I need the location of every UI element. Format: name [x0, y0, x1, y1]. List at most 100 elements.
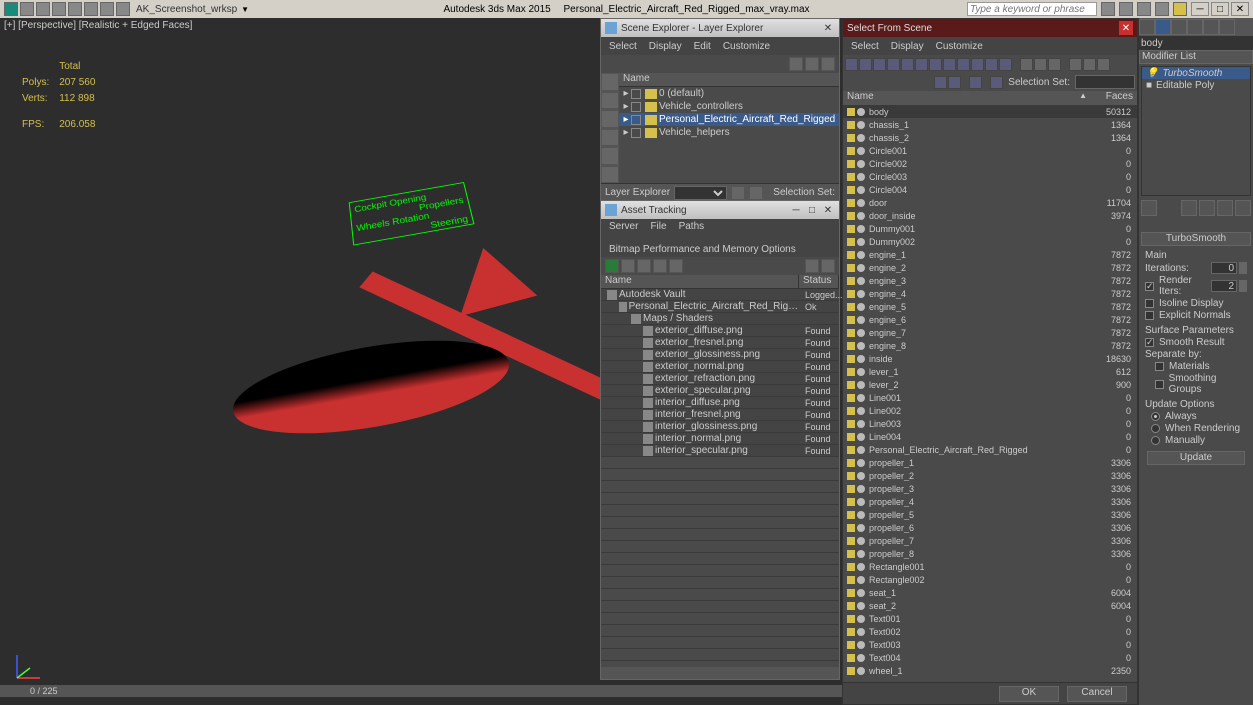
when-rendering-radio[interactable]: [1151, 424, 1160, 433]
menu-edit[interactable]: Edit: [694, 41, 711, 52]
sfs-row[interactable]: chassis_11364: [843, 118, 1137, 131]
minimize-icon[interactable]: ─: [789, 203, 803, 217]
filter-shapes-icon[interactable]: [873, 58, 886, 71]
sfs-row[interactable]: engine_87872: [843, 339, 1137, 352]
sfs-row[interactable]: Line0010: [843, 391, 1137, 404]
create-tab[interactable]: [1139, 19, 1155, 35]
isoline-checkbox[interactable]: [1145, 299, 1154, 308]
close-icon[interactable]: ✕: [821, 21, 835, 35]
tb-refresh-icon[interactable]: [605, 259, 619, 273]
unlink-icon[interactable]: [116, 2, 130, 16]
sfs-row[interactable]: Text0010: [843, 612, 1137, 625]
tb-icon3[interactable]: [821, 57, 835, 71]
render-iters-input[interactable]: 2: [1211, 280, 1237, 292]
sfs-row[interactable]: inside18630: [843, 352, 1137, 365]
minimize-button[interactable]: ─: [1191, 2, 1209, 16]
make-unique-icon[interactable]: [1199, 200, 1215, 216]
asset-row[interactable]: interior_glossiness.pngFound: [601, 421, 839, 433]
utilities-tab[interactable]: [1219, 19, 1235, 35]
tb-icon[interactable]: [821, 259, 835, 273]
sfs-row[interactable]: propeller_53306: [843, 508, 1137, 521]
asset-row[interactable]: interior_specular.pngFound: [601, 445, 839, 457]
manually-radio[interactable]: [1151, 436, 1160, 445]
sfs-row[interactable]: Circle0030: [843, 170, 1137, 183]
display2-icon[interactable]: [1034, 58, 1047, 71]
display-tab[interactable]: [1203, 19, 1219, 35]
col-name[interactable]: Name: [601, 275, 799, 288]
sfs-row[interactable]: propeller_83306: [843, 547, 1137, 560]
close-button[interactable]: ✕: [1231, 2, 1249, 16]
tree-row[interactable]: ▸Vehicle_helpers: [619, 126, 839, 139]
sfs-row[interactable]: Line0030: [843, 417, 1137, 430]
link-icon[interactable]: [100, 2, 114, 16]
asset-row[interactable]: interior_fresnel.pngFound: [601, 409, 839, 421]
tb-icon[interactable]: [749, 186, 763, 200]
sfs-list[interactable]: Name ▲ Faces body50312chassis_11364chass…: [843, 91, 1137, 682]
stack-editable-poly[interactable]: ■Editable Poly: [1142, 79, 1250, 91]
open-icon[interactable]: [36, 2, 50, 16]
tb-icon2[interactable]: [948, 76, 961, 89]
sfs-row[interactable]: propeller_33306: [843, 482, 1137, 495]
col-name[interactable]: Name: [843, 91, 1079, 105]
render-iters-spinner[interactable]: [1239, 280, 1247, 292]
search-icon[interactable]: [1101, 2, 1115, 16]
iterations-spinner[interactable]: [1239, 262, 1247, 274]
chevron-down-icon[interactable]: ▼: [241, 5, 249, 14]
asset-row[interactable]: exterior_glossiness.pngFound: [601, 349, 839, 361]
tb-icon[interactable]: [621, 259, 635, 273]
sfs-row[interactable]: engine_77872: [843, 326, 1137, 339]
sfs-row[interactable]: propeller_63306: [843, 521, 1137, 534]
workspace-label[interactable]: AK_Screenshot_wrksp: [136, 4, 237, 15]
filter-geometry-icon[interactable]: [859, 58, 872, 71]
menu-bitmap[interactable]: Bitmap Performance and Memory Options: [609, 244, 796, 255]
search-input[interactable]: [967, 2, 1097, 16]
sfs-row[interactable]: Dummy0010: [843, 222, 1137, 235]
invert-icon[interactable]: [1069, 58, 1082, 71]
sfs-row[interactable]: Line0040: [843, 430, 1137, 443]
sfs-titlebar[interactable]: Select From Scene ✕: [843, 19, 1137, 37]
remove-mod-icon[interactable]: [1217, 200, 1233, 216]
smoothing-groups-checkbox[interactable]: [1155, 380, 1164, 389]
undo-icon[interactable]: [68, 2, 82, 16]
asset-row[interactable]: interior_normal.pngFound: [601, 433, 839, 445]
always-radio[interactable]: [1151, 412, 1160, 421]
sfs-row[interactable]: Personal_Electric_Aircraft_Red_Rigged0: [843, 443, 1137, 456]
sfs-row[interactable]: engine_67872: [843, 313, 1137, 326]
asset-row[interactable]: exterior_specular.pngFound: [601, 385, 839, 397]
menu-server[interactable]: Server: [609, 221, 638, 232]
sfs-row[interactable]: Text0030: [843, 638, 1137, 651]
asset-row[interactable]: exterior_fresnel.pngFound: [601, 337, 839, 349]
tb-icon[interactable]: [731, 186, 745, 200]
filter-frozen-icon[interactable]: [999, 58, 1012, 71]
render-iters-checkbox[interactable]: [1145, 282, 1154, 291]
sfs-row[interactable]: propeller_23306: [843, 469, 1137, 482]
signin-icon[interactable]: [1155, 2, 1169, 16]
sidebar-icon[interactable]: [602, 74, 618, 90]
sfs-row[interactable]: Rectangle0020: [843, 573, 1137, 586]
col-status[interactable]: Status: [799, 275, 839, 288]
sfs-row[interactable]: propeller_13306: [843, 456, 1137, 469]
sidebar-icon[interactable]: [602, 148, 618, 164]
explicit-checkbox[interactable]: [1145, 311, 1154, 320]
horizontal-scrollbar[interactable]: [601, 667, 839, 679]
sfs-row[interactable]: lever_2900: [843, 378, 1137, 391]
cancel-button[interactable]: Cancel: [1067, 686, 1127, 702]
filter-helpers-icon[interactable]: [915, 58, 928, 71]
sfs-row[interactable]: door_inside3974: [843, 209, 1137, 222]
sfs-row[interactable]: engine_37872: [843, 274, 1137, 287]
smooth-result-checkbox[interactable]: [1145, 338, 1154, 347]
layer-dropdown[interactable]: [674, 186, 727, 200]
sfs-row[interactable]: propeller_73306: [843, 534, 1137, 547]
sfs-row[interactable]: engine_17872: [843, 248, 1137, 261]
sfs-row[interactable]: wheel_12350: [843, 664, 1137, 677]
rollout-turbosmooth[interactable]: TurboSmooth: [1141, 232, 1251, 246]
asset-row[interactable]: Maps / Shaders: [601, 313, 839, 325]
sfs-row[interactable]: Circle0010: [843, 144, 1137, 157]
tb-icon[interactable]: [669, 259, 683, 273]
menu-display[interactable]: Display: [649, 41, 682, 52]
time-slider[interactable]: 0 / 225: [0, 685, 842, 697]
hierarchy-tab[interactable]: [1171, 19, 1187, 35]
sidebar-icon[interactable]: [602, 167, 618, 183]
motion-tab[interactable]: [1187, 19, 1203, 35]
filter-lights-icon[interactable]: [887, 58, 900, 71]
